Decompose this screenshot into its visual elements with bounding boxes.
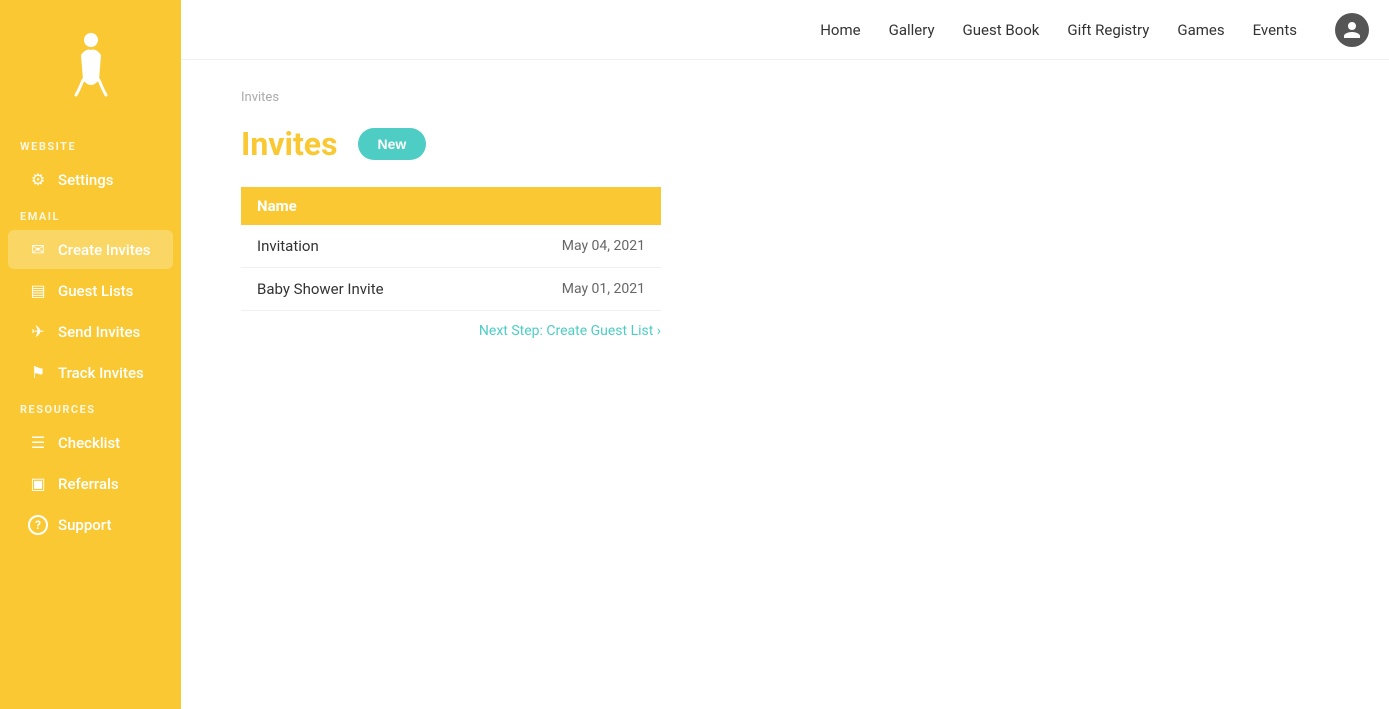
support-label: Support: [58, 516, 111, 534]
sidebar-item-track-invites[interactable]: ⚑ Track Invites: [8, 353, 173, 392]
table-row[interactable]: Baby Shower Invite May 01, 2021: [241, 268, 661, 311]
sidebar-item-guest-lists[interactable]: ▤ Guest Lists: [8, 271, 173, 310]
sidebar-item-support[interactable]: ? Support: [8, 505, 173, 545]
gear-icon: ⚙: [28, 170, 48, 189]
breadcrumb: Invites: [241, 90, 1329, 105]
nav-games[interactable]: Games: [1177, 21, 1224, 39]
nav-gallery[interactable]: Gallery: [889, 21, 935, 39]
next-step-link[interactable]: Next Step: Create Guest List ›: [241, 323, 661, 339]
main-content: Invites Invites New Name Invitation May …: [181, 60, 1389, 709]
sidebar: WEBSITE ⚙ Settings EMAIL ✉ Create Invite…: [0, 0, 181, 709]
sidebar-item-send-invites[interactable]: ✈ Send Invites: [8, 312, 173, 351]
invite-name-2: Baby Shower Invite: [241, 268, 484, 311]
resources-section-label: RESOURCES: [0, 393, 181, 422]
nav-events[interactable]: Events: [1253, 21, 1297, 39]
table-row[interactable]: Invitation May 04, 2021: [241, 225, 661, 268]
invite-date-1: May 04, 2021: [484, 225, 661, 268]
table-header-row: Name: [241, 187, 661, 225]
website-section-label: WEBSITE: [0, 130, 181, 159]
page-title: Invites: [241, 125, 338, 163]
invites-table: Name Invitation May 04, 2021 Baby Shower…: [241, 187, 661, 311]
sidebar-item-checklist[interactable]: ☰ Checklist: [8, 423, 173, 462]
track-icon: ⚑: [28, 363, 48, 382]
send-invites-label: Send Invites: [58, 323, 140, 341]
create-invites-label: Create Invites: [58, 241, 150, 259]
sidebar-item-settings[interactable]: ⚙ Settings: [8, 160, 173, 199]
invite-name-1: Invitation: [241, 225, 484, 268]
referrals-label: Referrals: [58, 475, 119, 493]
table-header-name: Name: [241, 187, 661, 225]
new-invite-button[interactable]: New: [358, 128, 427, 160]
checklist-icon: ☰: [28, 433, 48, 452]
checklist-label: Checklist: [58, 434, 120, 452]
email-section-label: EMAIL: [0, 200, 181, 229]
track-invites-label: Track Invites: [58, 364, 144, 382]
support-icon: ?: [28, 515, 48, 535]
list-icon: ▤: [28, 281, 48, 300]
nav-guest-book[interactable]: Guest Book: [963, 21, 1040, 39]
email-icon: ✉: [28, 240, 48, 259]
nav-links: Home Gallery Guest Book Gift Registry Ga…: [820, 13, 1369, 47]
sidebar-logo: [0, 10, 181, 130]
sidebar-item-create-invites[interactable]: ✉ Create Invites: [8, 230, 173, 269]
referrals-icon: ▣: [28, 474, 48, 493]
nav-home[interactable]: Home: [820, 21, 860, 39]
guest-lists-label: Guest Lists: [58, 282, 133, 300]
sidebar-item-referrals[interactable]: ▣ Referrals: [8, 464, 173, 503]
user-avatar[interactable]: [1335, 13, 1369, 47]
top-nav: Home Gallery Guest Book Gift Registry Ga…: [181, 0, 1389, 60]
page-header: Invites New: [241, 125, 1329, 163]
invite-date-2: May 01, 2021: [484, 268, 661, 311]
settings-label: Settings: [58, 171, 114, 189]
nav-gift-registry[interactable]: Gift Registry: [1067, 21, 1149, 39]
send-icon: ✈: [28, 322, 48, 341]
